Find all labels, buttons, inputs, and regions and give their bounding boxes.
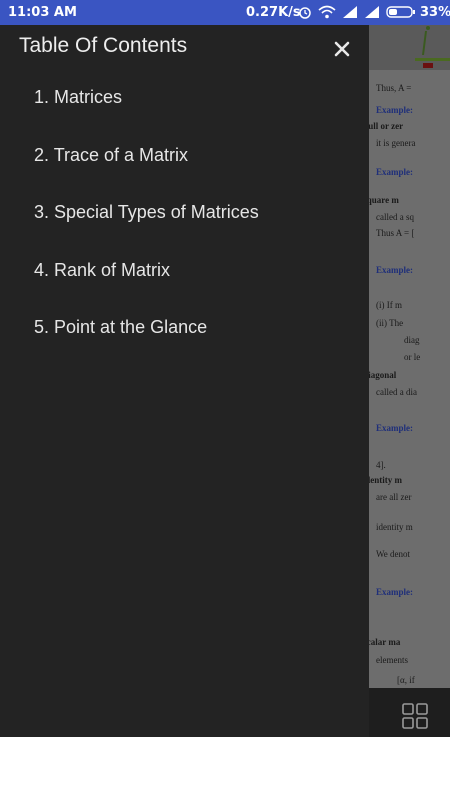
document-line: (6) Diagonal (369, 370, 397, 380)
document-logo (415, 26, 450, 68)
document-line: 4]. (376, 460, 386, 470)
battery-icon (386, 6, 415, 18)
document-line: We denot (376, 549, 411, 559)
battery-percent: 33% (420, 5, 450, 20)
signal-icon (343, 6, 357, 18)
status-time: 11:03 AM (8, 5, 77, 20)
document-line: (4) Null or zer (369, 121, 404, 131)
document-line: Example: (376, 587, 413, 597)
document-line: or le (404, 352, 421, 362)
document-line: Example: (376, 265, 413, 275)
grid-icon[interactable] (402, 703, 428, 729)
document-line: (7) Identity m (369, 475, 402, 485)
document-line: called a sq (376, 212, 414, 222)
document-line: [α, if (397, 675, 415, 685)
document-line: (8) Scalar ma (369, 637, 401, 647)
network-speed: 0.27K/s (246, 5, 301, 20)
document-line: diag (404, 335, 420, 345)
signal-icon (365, 6, 379, 18)
close-icon[interactable] (330, 37, 354, 61)
document-line: it is genera (376, 138, 416, 148)
toc-item-point-at-glance[interactable]: 5. Point at the Glance (0, 305, 369, 363)
toc-drawer: Table Of Contents 1. Matrices 2. Trace o… (0, 25, 369, 737)
document-line: are all zer (376, 492, 412, 502)
wifi-icon (318, 5, 336, 19)
bottom-bar (369, 688, 450, 737)
document-line: Example: (376, 167, 413, 177)
nav-area (0, 737, 450, 800)
toc-item-trace-of-a-matrix[interactable]: 2. Trace of a Matrix (0, 133, 369, 191)
drawer-title: Table Of Contents (19, 34, 188, 57)
document-line: (5) Square m (369, 195, 399, 205)
toc-item-rank-of-matrix[interactable]: 4. Rank of Matrix (0, 248, 369, 306)
document-line: (ii) The (376, 318, 404, 328)
document-header (369, 25, 450, 70)
document-line: elements (376, 655, 408, 665)
toc-list: 1. Matrices 2. Trace of a Matrix 3. Spec… (0, 75, 369, 363)
status-bar: 11:03 AM 0.27K/s 33% (0, 0, 450, 25)
screen: 11:03 AM 0.27K/s 33% Thus, A = Example: … (0, 0, 450, 800)
document-line: Thus, A = (376, 83, 412, 93)
document-line: called a dia (376, 387, 417, 397)
document-line: Example: (376, 423, 413, 433)
document-line: (i) If m (376, 300, 402, 310)
document-line: identity m (376, 522, 413, 532)
document-line: Example: (376, 105, 413, 115)
alarm-icon (299, 7, 311, 19)
document-line: Thus A = [ (376, 228, 415, 238)
toc-item-matrices[interactable]: 1. Matrices (0, 75, 369, 133)
document-page[interactable]: Thus, A = Example: (4) Null or zer it is ge… (369, 25, 450, 688)
toc-item-special-types[interactable]: 3. Special Types of Matrices (0, 190, 369, 248)
